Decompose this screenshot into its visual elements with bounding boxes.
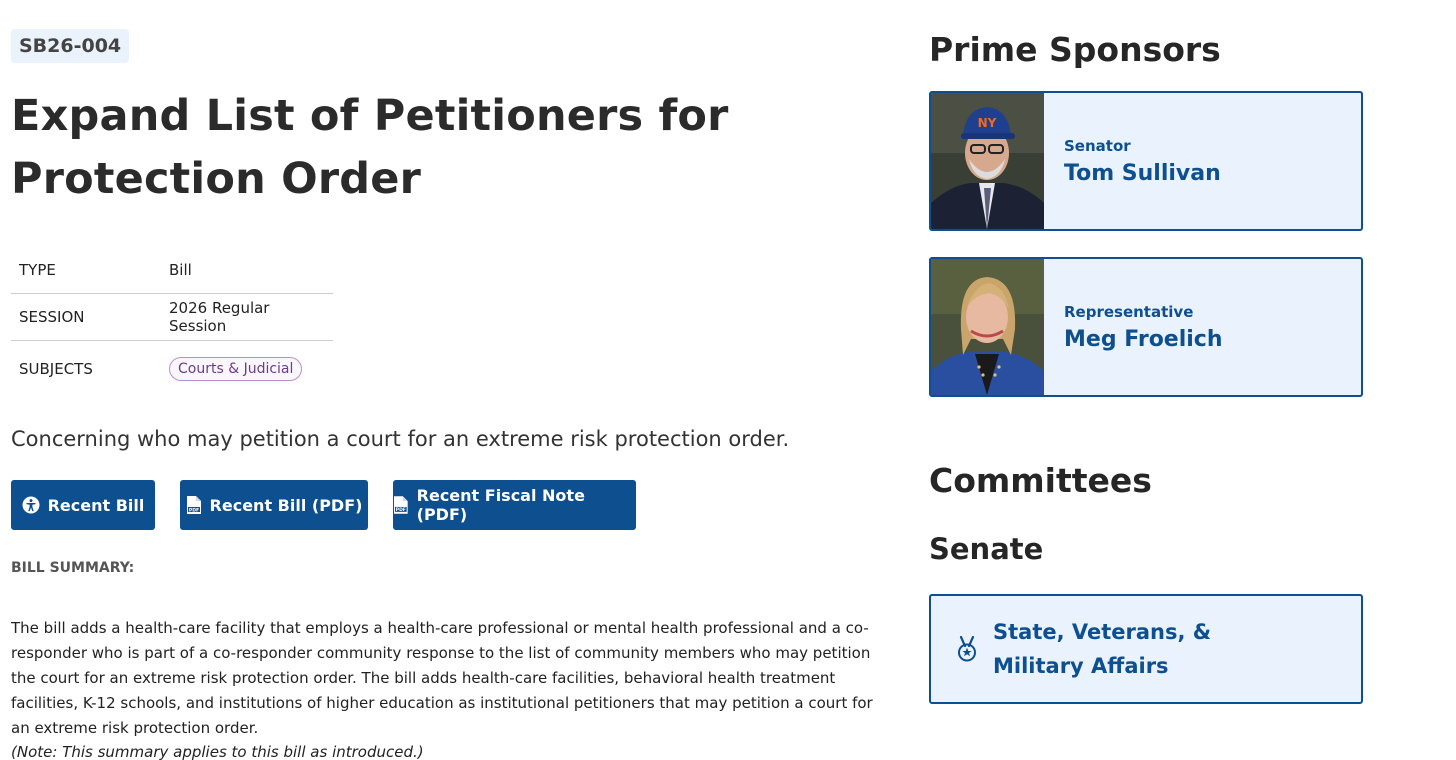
svg-text:PDF: PDF: [188, 507, 198, 513]
sponsor-name-link[interactable]: Meg Froelich: [1064, 327, 1223, 352]
recent-bill-button[interactable]: Recent Bill: [11, 480, 155, 530]
sponsor-role: Senator: [1064, 136, 1131, 155]
bill-number-badge: SB26-004: [11, 29, 130, 63]
sponsor-photo-avatar: [931, 259, 1044, 395]
recent-bill-label: Recent Bill: [47, 495, 145, 515]
senate-heading: Senate: [929, 532, 1044, 566]
committees-heading: Committees: [929, 461, 1152, 500]
recent-bill-pdf-button[interactable]: PDF Recent Bill (PDF): [180, 480, 368, 530]
bill-summary-note: (Note: This summary applies to this bill…: [11, 743, 424, 760]
sidebar: Prime Sponsors NY Senator Tom Sullivan R…: [929, 30, 1363, 704]
medal-icon: [958, 636, 976, 662]
sponsor-name-link[interactable]: Tom Sullivan: [1064, 161, 1221, 186]
sponsor-card-meg-froelich[interactable]: Representative Meg Froelich: [929, 257, 1363, 397]
bill-meta-table: TYPE Bill SESSION 2026 Regular Session S…: [11, 247, 333, 397]
sponsor-card-tom-sullivan[interactable]: NY Senator Tom Sullivan: [929, 91, 1363, 231]
bill-page: SB26-004 Expand List of Petitioners for …: [0, 0, 1456, 760]
meta-row-subjects: SUBJECTS Courts & Judicial: [11, 340, 333, 397]
svg-text:NY: NY: [978, 116, 997, 130]
bill-title: Expand List of Petitioners for Protectio…: [11, 91, 729, 204]
meta-session-value: 2026 Regular Session: [161, 293, 333, 341]
svg-text:PDF: PDF: [396, 507, 406, 513]
meta-subjects-label: SUBJECTS: [11, 340, 161, 397]
sponsor-info: Senator Tom Sullivan: [1044, 93, 1221, 229]
bill-description: Concerning who may petition a court for …: [11, 427, 790, 451]
bill-summary-heading: BILL SUMMARY:: [11, 560, 135, 576]
meta-session-label: SESSION: [11, 293, 161, 341]
meta-row-session: SESSION 2026 Regular Session: [11, 293, 333, 341]
recent-bill-pdf-label: Recent Bill (PDF): [209, 495, 363, 515]
meta-subjects-value: Courts & Judicial: [161, 340, 333, 397]
sponsor-info: Representative Meg Froelich: [1044, 259, 1223, 395]
recent-fiscal-note-pdf-button[interactable]: PDF Recent Fiscal Note (PDF): [393, 480, 636, 530]
document-buttons: Recent Bill PDF Recent Bill (PDF) PDF Re…: [11, 480, 891, 530]
subject-tag-courts-judicial[interactable]: Courts & Judicial: [169, 357, 303, 381]
recent-fiscal-note-pdf-label: Recent Fiscal Note (PDF): [416, 486, 585, 524]
prime-sponsors-heading: Prime Sponsors: [929, 30, 1221, 69]
accessibility-icon: [22, 496, 40, 514]
pdf-file-icon: PDF: [393, 496, 408, 514]
meta-type-label: TYPE: [19, 261, 56, 279]
bill-summary-text: The bill adds a health-care facility tha…: [11, 619, 873, 737]
committee-card-state-veterans-military[interactable]: State, Veterans, & Military Affairs: [929, 594, 1363, 704]
committee-name-link[interactable]: State, Veterans, & Military Affairs: [993, 615, 1283, 683]
sponsor-role: Representative: [1064, 302, 1194, 321]
meta-row-type: TYPE Bill: [11, 247, 333, 294]
sponsor-photo-avatar: NY: [931, 93, 1044, 229]
pdf-file-icon: PDF: [186, 496, 201, 514]
meta-type-value: Bill: [169, 261, 192, 279]
bill-main: SB26-004 Expand List of Petitioners for …: [11, 29, 891, 760]
